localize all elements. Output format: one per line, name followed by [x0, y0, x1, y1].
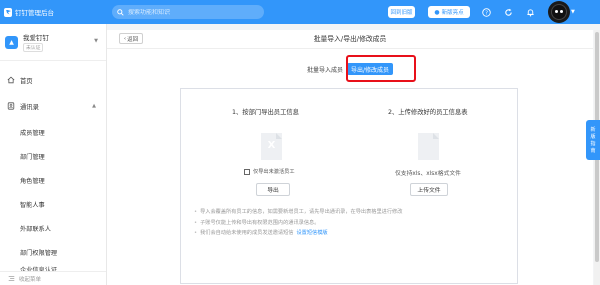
org-switcher[interactable]: ▲ 我爱钉钉 未认证 ▼	[5, 32, 102, 52]
new-features-button[interactable]: ● 新版亮点	[428, 6, 470, 18]
chevron-up-icon: ▲	[92, 103, 96, 109]
tab-batch-import[interactable]: 批量导入成员	[303, 63, 347, 75]
page-title: 批量导入/导出/修改成员	[313, 35, 387, 43]
annotation-highlight-box	[346, 55, 416, 82]
sidebar-item-label: 首页	[20, 77, 33, 85]
main-panel: 批量导入/导出/修改成员 ‹ 返回 批量导入成员 导出/修改成员 1、按部门导出…	[107, 30, 593, 285]
sidebar-item-external-contacts[interactable]: 外部联系人	[0, 217, 106, 239]
chevron-down-icon[interactable]: ▼	[571, 9, 575, 15]
avatar-eye	[560, 10, 563, 13]
dingtalk-logo-icon	[4, 7, 12, 17]
user-avatar[interactable]	[548, 1, 570, 23]
sms-template-link[interactable]: 设置短信模版	[296, 228, 327, 239]
old-version-button[interactable]: 回到旧版	[388, 6, 415, 18]
sidebar-item-label: 通讯录	[20, 103, 39, 111]
sidebar-item-roles[interactable]: 角色管理	[0, 169, 106, 191]
search-input[interactable]	[128, 8, 258, 16]
search-icon	[117, 8, 124, 16]
export-upload-card: 1、按部门导出员工信息 X 仅导出未激活员工 导出 2、上传修改好的员工信息表 …	[180, 88, 518, 284]
sidebar-item-home[interactable]: 首页	[0, 71, 106, 89]
app-title: 钉钉管理后台	[15, 9, 54, 17]
notes-list: • 导入会覆盖所有员工的信息，如需要新增员工，请先导出通讯录，在导出表格里进行修改…	[194, 207, 402, 239]
org-status-badge: 未认证	[23, 43, 44, 52]
collapse-menu-label: 收起菜单	[19, 276, 42, 283]
chevron-down-icon: ▼	[94, 38, 98, 44]
sidebar: ▲ 我爱钉钉 未认证 ▼ 首页 通讯录 ▲ 成员管理 部门管理 角色管理 智能人…	[0, 24, 107, 285]
list-item: • 子账号仅能上传和导出有权限范围内的通讯录信息。	[194, 219, 320, 226]
back-button[interactable]: ‹ 返回	[119, 33, 143, 44]
bell-icon: ●	[434, 8, 440, 16]
avatar-eye	[555, 10, 558, 13]
sidebar-item-departments[interactable]: 部门管理	[0, 145, 106, 167]
org-logo-icon: ▲	[5, 35, 18, 49]
inactive-only-checkbox-row[interactable]: 仅导出未激活员工	[244, 168, 295, 175]
excel-file-icon: X	[261, 133, 282, 160]
sidebar-item-members[interactable]: 成员管理	[0, 121, 106, 143]
sidebar-item-contacts[interactable]: 通讯录 ▲	[0, 97, 106, 115]
collapse-icon	[8, 276, 15, 281]
new-version-guide-tab[interactable]: 新 版 指 南	[586, 120, 600, 160]
notification-bell-icon[interactable]	[524, 6, 536, 18]
sidebar-item-smart-hr[interactable]: 智能人事	[0, 193, 106, 215]
home-icon	[7, 76, 15, 84]
divider	[0, 60, 106, 61]
export-button[interactable]: 导出	[256, 183, 290, 196]
refresh-icon[interactable]	[502, 6, 514, 18]
collapse-menu-button[interactable]: 收起菜单	[0, 271, 106, 285]
app-logo[interactable]: 钉钉管理后台	[0, 0, 54, 24]
supported-formats-text: 仅支持xls、xlsx格式文件	[395, 171, 461, 177]
svg-text:?: ?	[485, 10, 488, 16]
new-features-label: 新版亮点	[441, 10, 464, 16]
list-item: • 我们会自动给未使用的成员发送邀请短信 设置短信模版	[194, 228, 402, 239]
back-label: 返回	[127, 36, 139, 43]
contacts-icon	[7, 102, 15, 110]
divider	[107, 48, 593, 49]
org-name: 我爱钉钉	[23, 34, 49, 42]
blank-file-icon	[418, 133, 439, 160]
list-item: • 导入会覆盖所有员工的信息，如需要新增员工，请先导出通讯录，在导出表格里进行修改	[194, 209, 403, 215]
upload-file-button[interactable]: 上传文件	[410, 183, 448, 196]
chevron-left-icon: ‹	[123, 35, 127, 42]
sidebar-item-dept-permissions[interactable]: 部门权限管理	[0, 241, 106, 263]
step1-title: 1、按部门导出员工信息	[232, 109, 299, 116]
search-box[interactable]	[112, 5, 264, 19]
step2-title: 2、上传修改好的员工信息表	[388, 109, 468, 116]
inactive-only-label: 仅导出未激活员工	[253, 169, 295, 175]
top-bar: 钉钉管理后台 回到旧版 ● 新版亮点 ? ▼	[0, 0, 600, 24]
inactive-only-checkbox[interactable]	[244, 168, 250, 175]
help-icon[interactable]: ?	[480, 6, 492, 18]
